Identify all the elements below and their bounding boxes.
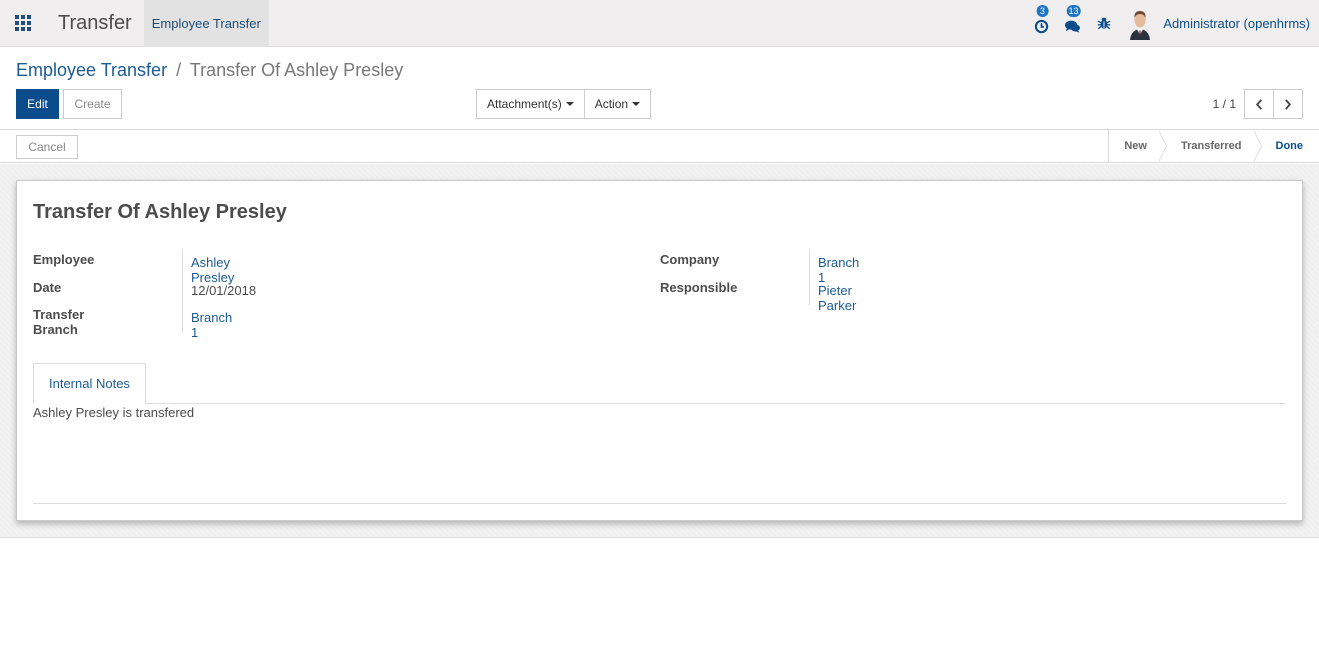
edit-button[interactable]: Edit [16, 89, 59, 119]
notes-divider [33, 503, 1286, 504]
employee-label: Employee [33, 252, 95, 267]
group-divider [809, 249, 810, 305]
breadcrumb: Employee Transfer / Transfer Of Ashley P… [16, 60, 403, 81]
company-label: Company [660, 252, 720, 267]
user-name: Administrator (openhrms) [1163, 15, 1310, 31]
create-button[interactable]: Create [63, 89, 122, 119]
stage-new[interactable]: New [1109, 130, 1167, 162]
transfer-branch-label: Transfer Branch [33, 307, 85, 337]
stage-done[interactable]: Done [1254, 130, 1319, 162]
record-title: Transfer Of Ashley Presley [33, 201, 287, 223]
responsible-label: Responsible [660, 279, 738, 295]
notebook-tabs: Internal Notes [33, 363, 1286, 404]
breadcrumb-separator: / [176, 60, 182, 80]
bug-icon [1097, 17, 1111, 30]
attachments-label: Attachment(s) [487, 97, 562, 111]
attachments-dropdown[interactable]: Attachment(s) [476, 89, 585, 119]
caret-down-icon [565, 102, 574, 106]
tab-internal-notes[interactable]: Internal Notes [33, 363, 146, 404]
action-label: Action [594, 97, 629, 111]
pager: 1 / 1 [1213, 89, 1303, 119]
statusbar: Cancel New Transferred Done [0, 129, 1319, 163]
pager-value[interactable]: 1 / 1 [1213, 97, 1236, 111]
avatar [1127, 6, 1154, 40]
chevron-left-icon [1255, 98, 1262, 110]
stage-pipeline: New Transferred Done [1108, 130, 1319, 162]
clock-icon [1035, 19, 1049, 34]
company-value-link[interactable]: Branch 1 [818, 255, 859, 285]
chat-icon [1065, 20, 1081, 33]
messages-badge: 13 [1066, 4, 1081, 17]
stage-arrow-icon [1157, 130, 1167, 162]
activity-badge: 3 [1036, 4, 1049, 17]
internal-notes-text[interactable]: Ashley Presley is transfered [33, 405, 194, 420]
control-panel: Employee Transfer / Transfer Of Ashley P… [0, 47, 1319, 129]
form-view: Transfer Of Ashley Presley Employee Ashl… [0, 164, 1319, 538]
stage-transferred-label: Transferred [1180, 140, 1242, 152]
navbar-systray: 3 13 Administrator (openhrms) [1026, 0, 1319, 47]
stage-arrow-icon [1252, 130, 1262, 162]
user-menu[interactable]: Administrator (openhrms) [1119, 0, 1319, 47]
cancel-button[interactable]: Cancel [16, 135, 78, 159]
breadcrumb-current: Transfer Of Ashley Presley [189, 60, 404, 80]
stage-new-label: New [1124, 140, 1147, 152]
date-label: Date [33, 279, 62, 295]
messages-button[interactable]: 13 [1057, 0, 1088, 47]
employee-value-link[interactable]: Ashley Presley [191, 255, 234, 285]
sidebar-buttons: Attachment(s) Action [476, 89, 652, 119]
debug-button[interactable] [1088, 0, 1119, 47]
stage-done-label: Done [1275, 140, 1304, 152]
form-sheet: Transfer Of Ashley Presley Employee Ashl… [16, 180, 1303, 521]
stage-transferred[interactable]: Transferred [1159, 130, 1262, 162]
breadcrumb-parent-link[interactable]: Employee Transfer [16, 60, 167, 80]
pager-previous-button[interactable] [1244, 89, 1274, 119]
top-navbar: Transfer Employee Transfer 3 13 Administ… [0, 0, 1319, 47]
apps-menu-button[interactable] [0, 0, 46, 47]
app-title: Transfer [58, 11, 132, 34]
responsible-value-link[interactable]: Pieter Parker [818, 283, 856, 313]
action-dropdown[interactable]: Action [583, 89, 652, 119]
date-value: 12/01/2018 [191, 282, 257, 298]
activity-button[interactable]: 3 [1026, 0, 1057, 47]
pager-next-button[interactable] [1273, 89, 1303, 119]
group-divider [182, 249, 183, 332]
menu-item-employee-transfer[interactable]: Employee Transfer [143, 0, 269, 47]
chevron-right-icon [1285, 98, 1292, 110]
apps-grid-icon [15, 15, 31, 31]
caret-down-icon [632, 102, 641, 106]
transfer-branch-value-link[interactable]: Branch 1 [191, 310, 232, 340]
